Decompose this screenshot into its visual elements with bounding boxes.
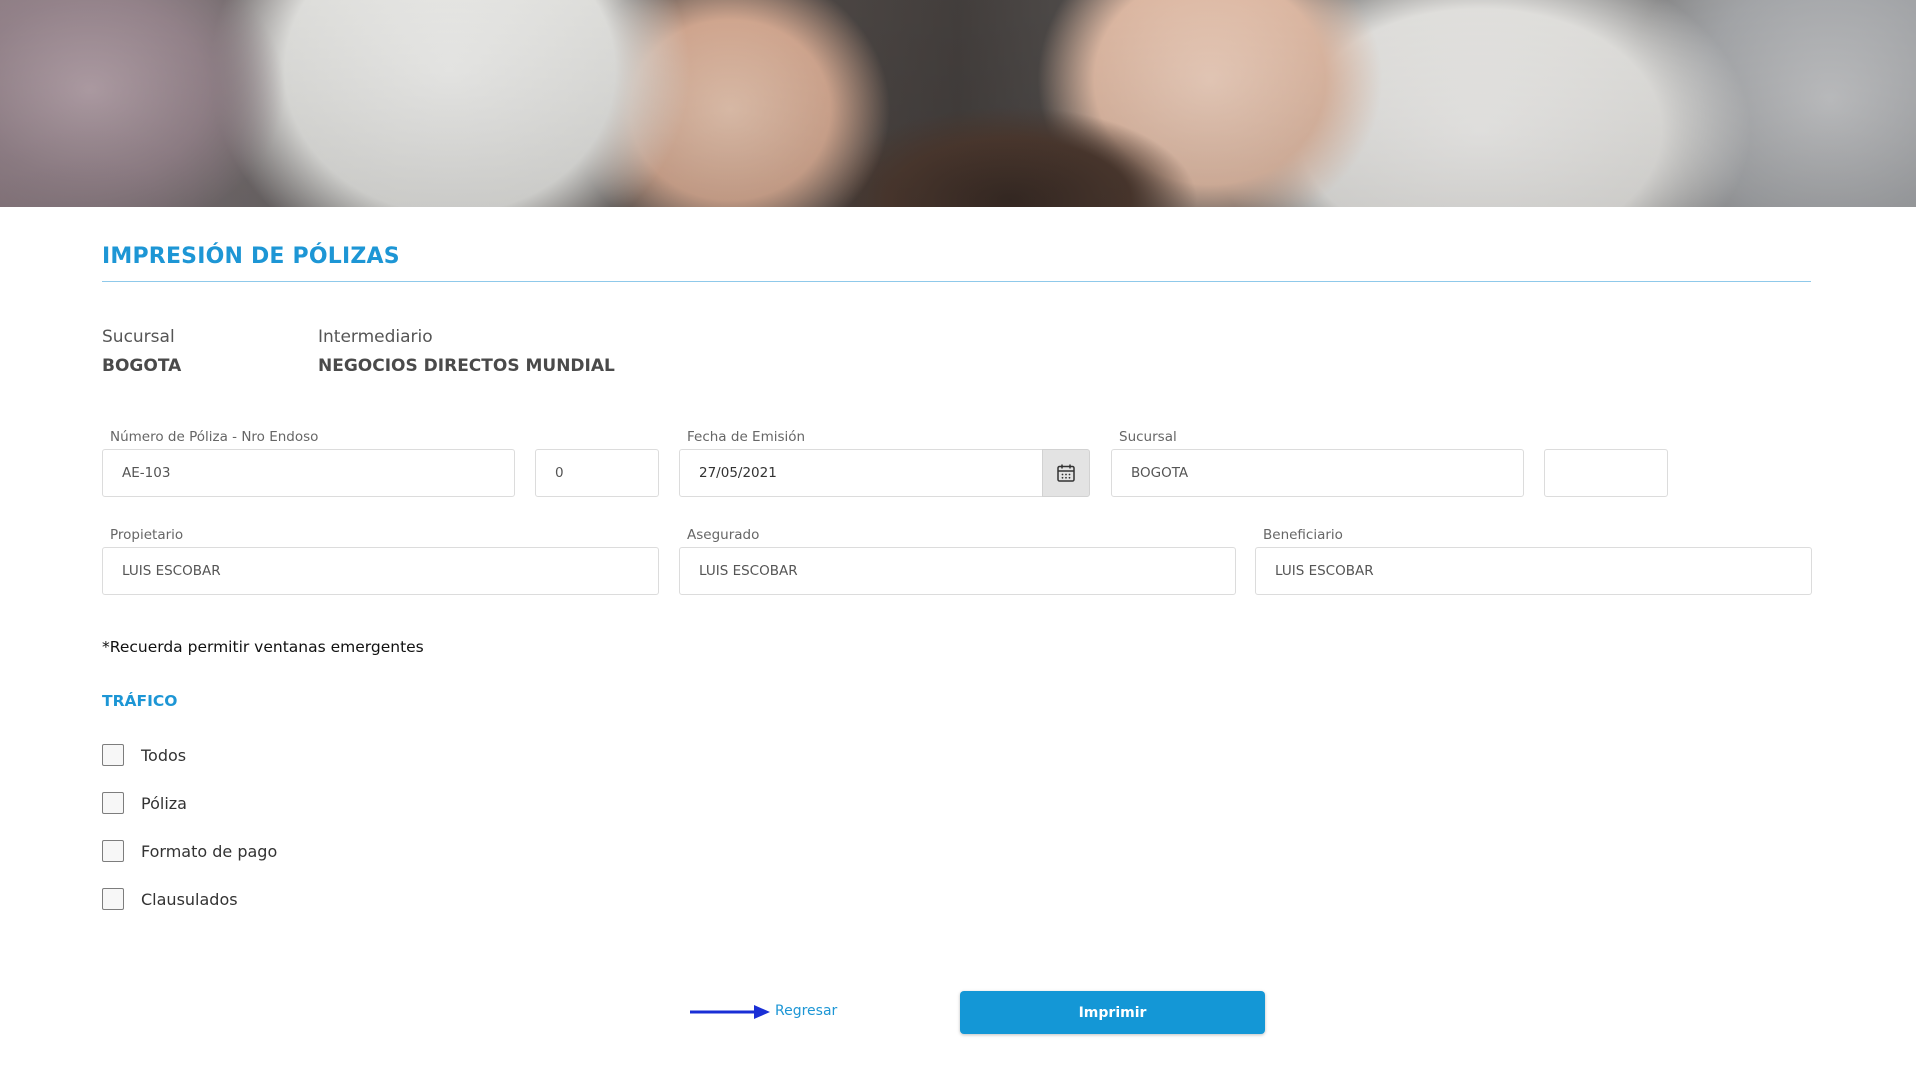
- calendar-icon: [1057, 464, 1075, 482]
- fecha-emision-field[interactable]: 27/05/2021: [679, 449, 1043, 497]
- option-clausulados[interactable]: Clausulados: [102, 887, 238, 911]
- sucursal-field[interactable]: BOGOTA: [1111, 449, 1524, 497]
- info-sucursal-label: Sucursal: [102, 327, 175, 347]
- hero-banner-image: [0, 0, 1916, 207]
- poliza-number-field[interactable]: AE-103: [102, 449, 515, 497]
- option-poliza[interactable]: Póliza: [102, 791, 187, 815]
- propietario-field[interactable]: LUIS ESCOBAR: [102, 547, 659, 595]
- print-button[interactable]: Imprimir: [960, 991, 1265, 1034]
- info-sucursal-value: BOGOTA: [102, 356, 182, 376]
- checkbox-poliza[interactable]: [102, 792, 124, 814]
- option-todos-label: Todos: [141, 745, 187, 765]
- sucursal-label: Sucursal: [1119, 429, 1177, 445]
- page-title: IMPRESIÓN DE PÓLIZAS: [102, 244, 400, 269]
- option-clausulados-label: Clausulados: [141, 889, 238, 909]
- beneficiario-field[interactable]: LUIS ESCOBAR: [1255, 547, 1812, 595]
- option-formato-de-pago-label: Formato de pago: [141, 841, 278, 861]
- sucursal-extra-field[interactable]: [1544, 449, 1668, 497]
- option-poliza-label: Póliza: [141, 793, 187, 813]
- asegurado-field[interactable]: LUIS ESCOBAR: [679, 547, 1236, 595]
- fecha-label: Fecha de Emisión: [687, 429, 806, 445]
- option-formato-de-pago[interactable]: Formato de pago: [102, 839, 277, 863]
- propietario-label: Propietario: [110, 527, 184, 543]
- checkbox-formato-de-pago[interactable]: [102, 840, 124, 862]
- title-divider: [102, 281, 1811, 282]
- calendar-button[interactable]: [1042, 449, 1090, 497]
- section-title-trafico: TRÁFICO: [102, 692, 178, 710]
- hero-shade: [0, 0, 1916, 207]
- info-intermediario-label: Intermediario: [318, 327, 433, 347]
- asegurado-label: Asegurado: [687, 527, 760, 543]
- arrow-right-icon: [690, 1005, 770, 1019]
- back-link[interactable]: Regresar: [775, 1003, 837, 1019]
- popup-note: *Recuerda permitir ventanas emergentes: [102, 638, 424, 656]
- info-intermediario-value: NEGOCIOS DIRECTOS MUNDIAL: [318, 356, 615, 376]
- checkbox-todos[interactable]: [102, 744, 124, 766]
- beneficiario-label: Beneficiario: [1263, 527, 1343, 543]
- option-todos[interactable]: Todos: [102, 743, 186, 767]
- checkbox-clausulados[interactable]: [102, 888, 124, 910]
- endoso-number-field[interactable]: 0: [535, 449, 659, 497]
- poliza-label: Número de Póliza - Nro Endoso: [110, 429, 319, 445]
